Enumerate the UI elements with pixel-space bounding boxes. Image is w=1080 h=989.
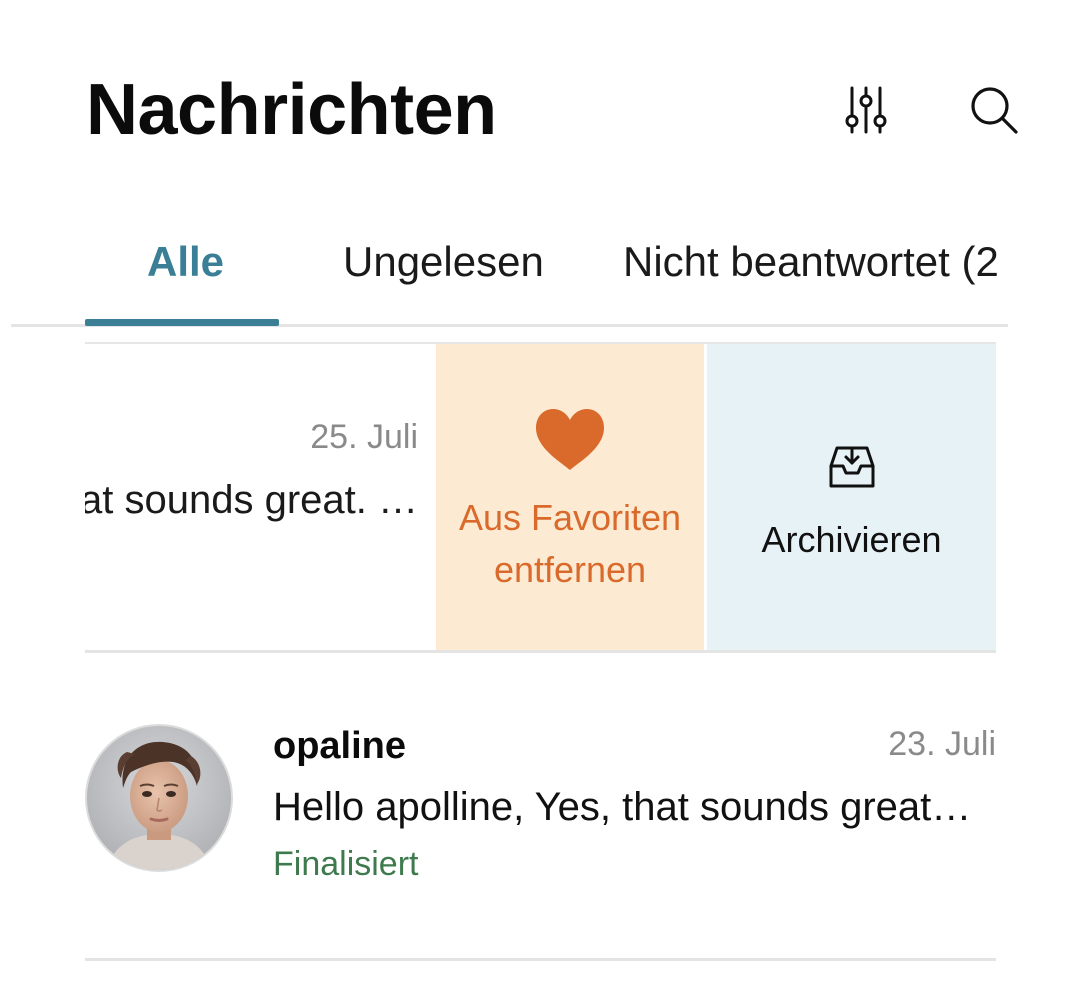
row-divider — [85, 958, 996, 961]
conversation-row[interactable]: opaline 23. Juli Hello apolline, Yes, th… — [85, 653, 996, 958]
search-button[interactable] — [966, 82, 1022, 138]
tab-unread[interactable]: Ungelesen — [343, 238, 544, 286]
avatar-photo — [87, 726, 231, 870]
avatar — [85, 724, 233, 872]
swiped-conversation-content[interactable]: 25. Juli at sounds great. … — [85, 344, 436, 650]
conversation-date: 23. Juli — [888, 725, 996, 763]
search-icon — [971, 87, 1018, 134]
swiped-conversation-row: 25. Juli at sounds great. … Aus Favorite… — [85, 344, 996, 650]
heart-icon — [536, 409, 604, 470]
conversation-name: opaline — [273, 725, 407, 767]
archive-label: Archivieren — [761, 519, 942, 560]
filter-button[interactable] — [838, 82, 894, 138]
remove-favorite-label: Aus Favoriten entfernen — [458, 497, 682, 590]
tab-unanswered[interactable]: Nicht beantwortet (2 — [623, 238, 999, 286]
archive-inbox-icon — [829, 446, 874, 488]
page-title: Nachrichten — [86, 70, 497, 150]
tab-all[interactable]: Alle — [147, 238, 224, 286]
remove-favorite-button[interactable]: Aus Favoriten entfernen — [436, 344, 704, 650]
conversation-preview: Hello apolline, Yes, that sounds great… — [273, 785, 972, 829]
sliders-icon — [845, 86, 887, 134]
status-label: Finalisiert — [273, 845, 419, 883]
conversation-date: 25. Juli — [310, 418, 418, 456]
tab-bar: Alle Ungelesen Nicht beantwortet (2 — [0, 220, 1008, 328]
active-tab-indicator — [85, 319, 279, 326]
archive-button[interactable]: Archivieren — [707, 344, 996, 650]
conversation-preview: at sounds great. … — [85, 478, 418, 522]
